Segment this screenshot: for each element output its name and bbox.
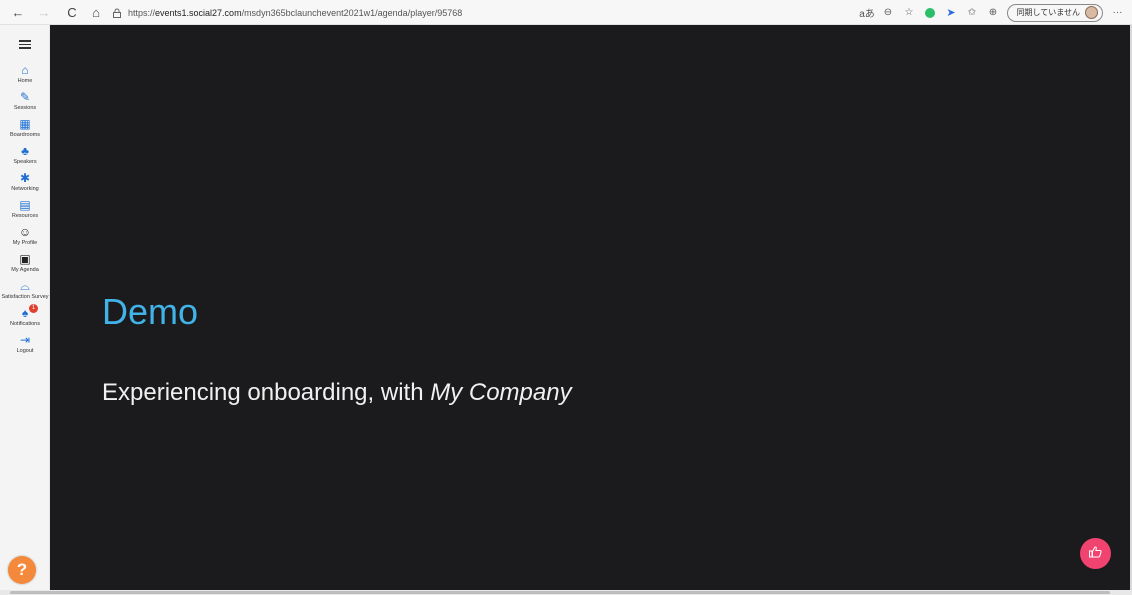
zoom-button[interactable]: ⊖: [877, 2, 898, 23]
help-button[interactable]: ?: [8, 556, 36, 584]
extension-arrow-icon: ➤: [946, 7, 956, 19]
sidebar-item-satisfaction-survey[interactable]: ⌓ Satisfaction Survey: [0, 279, 50, 306]
company-name: My Company: [430, 379, 572, 406]
favorites-bar-button[interactable]: ✩: [961, 2, 982, 23]
session-subtitle: Experiencing onboarding, with My Company: [102, 379, 572, 406]
more-button[interactable]: ···: [1107, 2, 1128, 23]
sidebar: ⌂ Home ✎ Sessions ▦ Boardrooms ♣ Speakers ✱ Netwo…: [0, 25, 50, 590]
sidebar-item-label: Sessions: [13, 105, 37, 111]
star-icon: ☆: [904, 7, 914, 18]
favorite-button[interactable]: ☆: [898, 2, 919, 23]
avatar: [1085, 6, 1098, 19]
thumbs-up-icon: [1089, 546, 1102, 561]
sidebar-item-networking[interactable]: ✱ Networking: [0, 171, 50, 198]
forward-arrow-icon: →: [37, 4, 51, 20]
sidebar-item-label: Resources: [11, 213, 39, 219]
sidebar-item-label: Notifications: [10, 321, 40, 327]
address-bar[interactable]: https://events1.social27.com/msdyn365bcl…: [112, 4, 462, 21]
networking-icon: ✱: [19, 171, 31, 185]
home-browser-icon: ⌂: [92, 4, 100, 20]
sidebar-nav: ⌂ Home ✎ Sessions ▦ Boardrooms ♣ Speakers ✱ Netwo…: [0, 63, 50, 360]
help-label: ?: [16, 560, 28, 579]
like-button[interactable]: [1080, 538, 1111, 569]
sidebar-item-label: My Agenda: [11, 267, 39, 273]
sidebar-item-label: Networking: [11, 186, 39, 192]
extension-grammarly[interactable]: [919, 2, 940, 23]
speaker-icon: ♣: [21, 144, 29, 158]
back-arrow-icon: ←: [11, 4, 25, 20]
zoom-out-icon: ⊖: [883, 7, 893, 18]
sidebar-item-label: My Profile: [12, 240, 38, 246]
calendar-icon: ▣: [19, 252, 31, 266]
sidebar-item-home[interactable]: ⌂ Home: [0, 63, 50, 90]
sidebar-item-label: Speakers: [13, 159, 37, 165]
page-title: Demo: [102, 291, 199, 332]
grammarly-icon: [924, 7, 935, 18]
sidebar-item-notifications[interactable]: ♠ 1 Notifications: [0, 304, 50, 333]
sidebar-item-my-agenda[interactable]: ▣ My Agenda: [0, 252, 50, 279]
sidebar-item-label: Home: [17, 78, 33, 84]
collections-button[interactable]: ⊕: [982, 2, 1003, 23]
resources-icon: ▤: [19, 198, 31, 212]
sidebar-item-boardrooms[interactable]: ▦ Boardrooms: [0, 117, 50, 144]
sidebar-item-sessions[interactable]: ✎ Sessions: [0, 90, 50, 117]
browser-tools: aあ ⊖ ☆ ➤ ✩ ⊕ 同期していません ···: [856, 0, 1132, 25]
sidebar-item-label: Boardrooms: [10, 132, 40, 138]
profile-icon: ☺: [18, 225, 32, 239]
logout-icon: ⇥: [19, 333, 31, 347]
reload-icon: C: [67, 4, 77, 20]
bell-icon: ♠ 1: [18, 304, 38, 320]
favorites-icon: ✩: [967, 7, 977, 18]
scrollbar-thumb[interactable]: [10, 591, 1110, 594]
sidebar-item-logout[interactable]: ⇥ Logout: [0, 333, 50, 360]
sidebar-item-label: Satisfaction Survey: [1, 294, 49, 300]
sync-status-label: 同期していません: [1016, 8, 1080, 17]
sidebar-item-label: Logout: [16, 348, 34, 354]
url-text: https://events1.social27.com/msdyn365bcl…: [128, 7, 463, 18]
collections-icon: ⊕: [988, 7, 998, 18]
back-button[interactable]: ←: [7, 1, 29, 23]
boardroom-icon: ▦: [19, 117, 31, 131]
extension-arrow[interactable]: ➤: [940, 2, 961, 23]
sidebar-item-speakers[interactable]: ♣ Speakers: [0, 144, 50, 171]
reload-button[interactable]: C: [61, 1, 83, 23]
lock-icon: [112, 8, 122, 18]
browser-toolbar: ← → C ⌂ https://events1.social27.com/msd…: [0, 0, 1132, 25]
more-icon: ···: [1112, 7, 1123, 18]
player-area: Demo Experiencing onboarding, with My Co…: [50, 25, 1130, 590]
forward-button[interactable]: →: [33, 1, 55, 23]
hamburger-menu-icon[interactable]: [19, 40, 31, 49]
read-aloud-icon: aあ: [859, 9, 875, 20]
home-button[interactable]: ⌂: [85, 1, 107, 23]
horizontal-scrollbar[interactable]: [0, 590, 1132, 595]
pencil-icon: ✎: [19, 90, 31, 104]
home-icon: ⌂: [21, 63, 29, 77]
sidebar-item-my-profile[interactable]: ☺ My Profile: [0, 225, 50, 252]
read-aloud-button[interactable]: aあ: [856, 2, 877, 23]
survey-icon: ⌓: [20, 278, 30, 293]
sidebar-item-resources[interactable]: ▤ Resources: [0, 198, 50, 225]
profile-sync-button[interactable]: 同期していません: [1007, 3, 1103, 22]
notification-badge: 1: [29, 304, 38, 313]
